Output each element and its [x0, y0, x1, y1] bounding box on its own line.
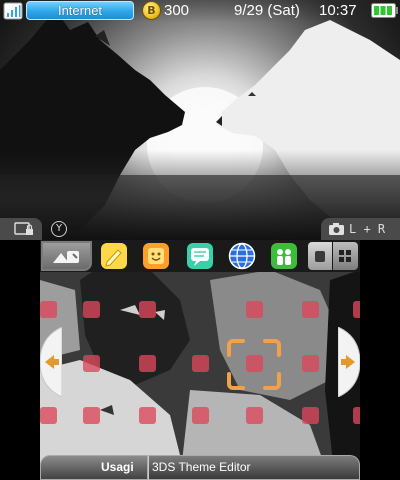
grid-slot[interactable] — [83, 355, 100, 372]
y-button[interactable]: Y — [51, 221, 67, 237]
grid-slot[interactable] — [40, 301, 57, 318]
scroll-right-arrow-icon[interactable] — [338, 327, 360, 397]
selection-cursor — [227, 339, 281, 390]
grid-slot[interactable] — [83, 407, 100, 424]
grid-slot[interactable] — [139, 301, 156, 318]
chat-bubble-icon[interactable] — [186, 242, 214, 270]
globe-browser-icon[interactable] — [228, 242, 256, 270]
date-display: 9/29 (Sat) — [234, 2, 300, 19]
play-coin-icon: B — [142, 1, 161, 20]
single-view-button[interactable] — [308, 242, 332, 270]
grid-slot[interactable] — [302, 407, 319, 424]
theme-title-tab[interactable]: 3DS Theme Editor — [148, 455, 360, 480]
camera-lock-button[interactable] — [0, 218, 42, 240]
username-label: Usagi — [101, 460, 134, 474]
top-screen: Internet B 300 9/29 (Sat) 10:37 — [0, 0, 400, 240]
time-display: 10:37 — [319, 2, 357, 19]
internet-status-badge: Internet — [26, 1, 134, 20]
bottom-bar: Usagi 3DS Theme Editor — [40, 455, 360, 480]
battery-icon — [371, 3, 398, 18]
smiley-face-icon[interactable] — [142, 242, 170, 270]
grid-slot[interactable] — [192, 407, 209, 424]
grid-slot[interactable] — [246, 407, 263, 424]
notes-pencil-icon[interactable] — [100, 242, 128, 270]
grid-slot[interactable] — [246, 301, 263, 318]
camera-lock-icon — [14, 222, 33, 235]
coin-count: 300 — [164, 2, 190, 19]
wifi-signal-icon — [3, 2, 23, 20]
single-view-icon — [315, 251, 325, 262]
grid-slot[interactable] — [353, 301, 360, 318]
grid-slot[interactable] — [302, 301, 319, 318]
grid-slot[interactable] — [192, 355, 209, 372]
grid-view-icon — [339, 250, 351, 262]
bottom-screen — [40, 240, 360, 480]
grid-slot[interactable] — [353, 407, 360, 424]
l-plus-r-hint: L + R — [349, 222, 386, 236]
profile-tab[interactable]: Usagi — [40, 455, 148, 480]
people-icon[interactable] — [270, 242, 298, 270]
settings-wrench-icon — [53, 251, 79, 263]
camera-icon — [329, 223, 344, 235]
grid-slot[interactable] — [40, 407, 57, 424]
grid-slot[interactable] — [139, 355, 156, 372]
right-border — [360, 240, 400, 480]
scroll-left-arrow-icon[interactable] — [40, 327, 62, 397]
theme-title-label: 3DS Theme Editor — [152, 460, 251, 474]
grid-view-button[interactable] — [333, 242, 358, 270]
left-border — [0, 240, 40, 480]
grid-slot[interactable] — [302, 355, 319, 372]
settings-button[interactable] — [41, 241, 92, 271]
grid-slot[interactable] — [139, 407, 156, 424]
grid-slot[interactable] — [83, 301, 100, 318]
